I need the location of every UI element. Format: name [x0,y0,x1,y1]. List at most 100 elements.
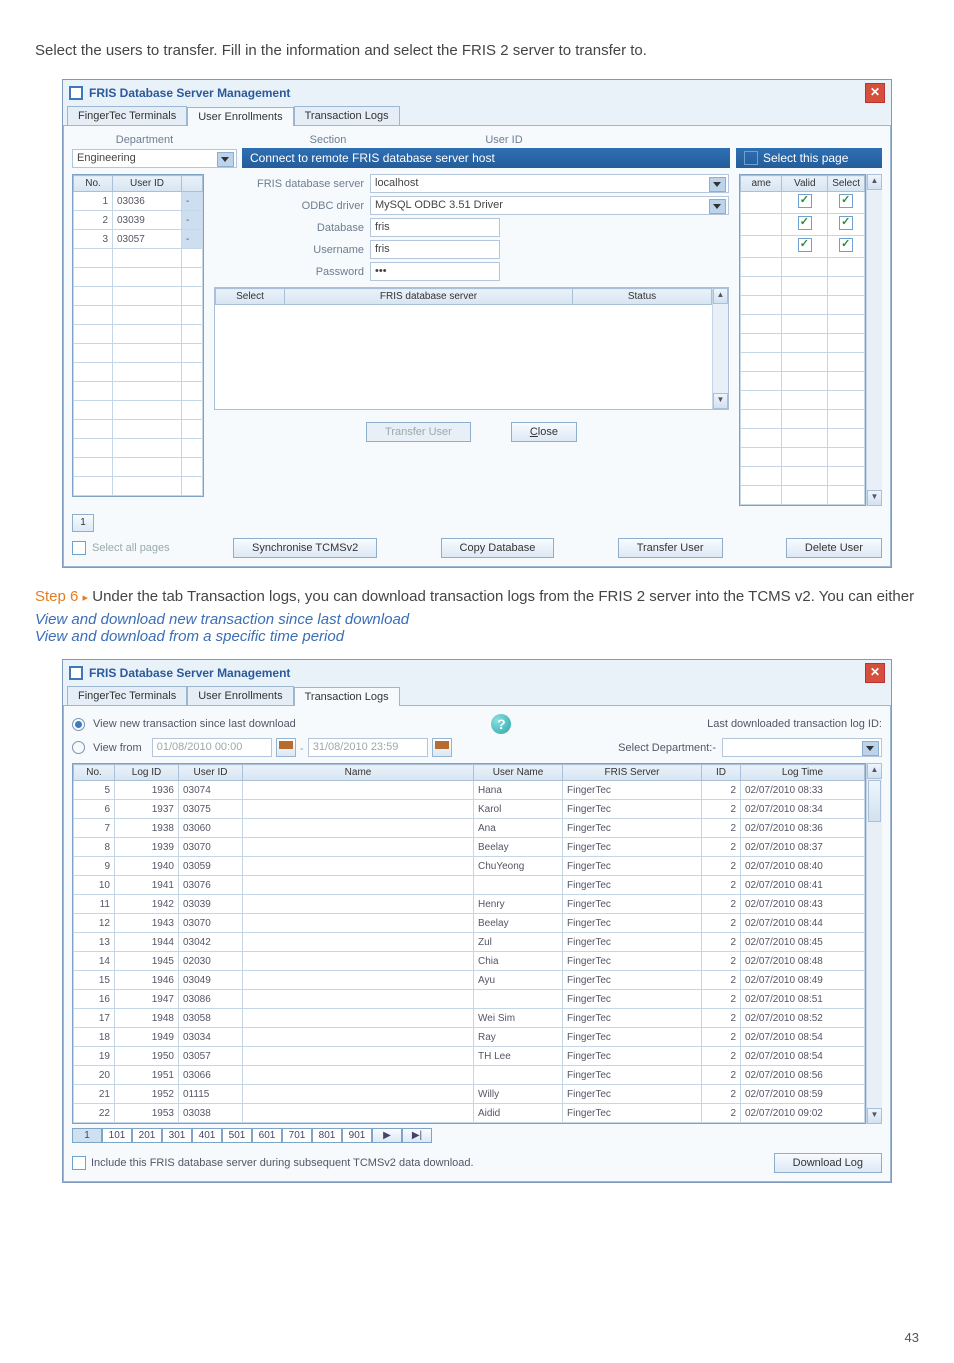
pager-page[interactable]: 401 [192,1128,222,1143]
logs-row[interactable]: 20195103066FingerTec202/07/2010 08:56 [74,1066,865,1085]
input-password[interactable]: ••• [370,262,500,281]
logs-scrollbar[interactable]: ▲ ▼ [866,763,882,1124]
inner-grid-scrollbar[interactable]: ▲ ▼ [712,288,728,409]
logs-row[interactable]: 13194403042ZulFingerTec202/07/2010 08:45 [74,933,865,952]
page-indicator[interactable]: 1 [72,514,94,532]
valid-checkbox[interactable] [798,194,812,208]
tab-fingertec-terminals[interactable]: FingerTec Terminals [67,106,187,125]
pager-page[interactable]: 701 [282,1128,312,1143]
logs-row[interactable]: 18194903034RayFingerTec202/07/2010 08:54 [74,1028,865,1047]
logs-row[interactable]: 7193803060AnaFingerTec202/07/2010 08:36 [74,819,865,838]
pager-page[interactable]: 601 [252,1128,282,1143]
valid-checkbox[interactable] [798,216,812,230]
scroll-down-icon[interactable]: ▼ [867,490,882,506]
copy-database-button[interactable]: Copy Database [441,538,555,558]
logs-cell: 03066 [179,1066,243,1085]
radio-view-new[interactable] [72,718,85,731]
close-button[interactable]: ✕ [865,83,885,103]
pager-page[interactable]: 801 [312,1128,342,1143]
scroll-down-icon[interactable]: ▼ [867,1108,882,1124]
input-database[interactable]: fris [370,218,500,237]
left-grid-row[interactable]: 3 03057 - [74,230,203,249]
download-log-button[interactable]: Download Log [774,1153,882,1173]
logs-row[interactable]: 16194703086FingerTec202/07/2010 08:51 [74,990,865,1009]
logs-cell: FingerTec [563,914,702,933]
pager-page[interactable]: 201 [132,1128,162,1143]
logs-cell: 2 [702,819,741,838]
input-fris-server[interactable]: localhost [370,174,729,193]
select-this-page-box[interactable]: Select this page [736,148,882,168]
left-grid-cell-marker: - [182,230,203,249]
pager-page[interactable]: 1 [72,1128,102,1143]
logs-cell: 03086 [179,990,243,1009]
synchronise-button[interactable]: Synchronise TCMSv2 [233,538,377,558]
pager-page[interactable]: 501 [222,1128,252,1143]
calendar-to-icon[interactable] [432,738,452,757]
select-department-dropdown[interactable] [722,738,882,757]
header-connect-strip: Connect to remote FRIS database server h… [242,148,730,168]
calendar-from-icon[interactable] [276,738,296,757]
logs-row[interactable]: 5193603074HanaFingerTec202/07/2010 08:33 [74,781,865,800]
left-grid-row[interactable]: 1 03036 - [74,192,203,211]
right-grid-row[interactable] [741,192,865,214]
logs-cell [243,1047,474,1066]
scroll-thumb[interactable] [868,780,881,822]
select-checkbox[interactable] [839,194,853,208]
tab-fingertec-terminals[interactable]: FingerTec Terminals [67,686,187,705]
logs-row[interactable]: 11194203039HenryFingerTec202/07/2010 08:… [74,895,865,914]
department-dropdown[interactable]: Engineering [72,149,237,168]
date-from-input[interactable]: 01/08/2010 00:00 [152,738,272,757]
logs-row[interactable]: 14194502030ChiaFingerTec202/07/2010 08:4… [74,952,865,971]
valid-checkbox[interactable] [798,238,812,252]
logs-row[interactable]: 17194803058Wei SimFingerTec202/07/2010 0… [74,1009,865,1028]
help-icon[interactable]: ? [491,714,511,734]
logs-row[interactable]: 22195303038AididFingerTec202/07/2010 09:… [74,1104,865,1123]
input-username[interactable]: fris [370,240,500,259]
logs-cell: 02/07/2010 08:34 [741,800,865,819]
tab-transaction-logs[interactable]: Transaction Logs [294,106,400,125]
transfer-user-button[interactable]: Transfer User [618,538,723,558]
logs-row[interactable]: 15194603049AyuFingerTec202/07/2010 08:49 [74,971,865,990]
select-checkbox[interactable] [839,238,853,252]
input-odbc-driver[interactable]: MySQL ODBC 3.51 Driver [370,196,729,215]
logs-row[interactable]: 10194103076FingerTec202/07/2010 08:41 [74,876,865,895]
pager-last-icon[interactable]: ▶| [402,1128,432,1143]
logs-cell: FingerTec [563,857,702,876]
right-grid-row[interactable] [741,236,865,258]
logs-row[interactable]: 21195201115WillyFingerTec202/07/2010 08:… [74,1085,865,1104]
pager-page[interactable]: 301 [162,1128,192,1143]
scroll-up-icon[interactable]: ▲ [867,174,882,190]
logs-row[interactable]: 12194303070BeelayFingerTec202/07/2010 08… [74,914,865,933]
pager-page[interactable]: 101 [102,1128,132,1143]
scroll-up-icon[interactable]: ▲ [713,288,728,304]
close-button[interactable]: ✕ [865,663,885,683]
right-grid-scrollbar[interactable]: ▲ ▼ [866,174,882,506]
right-grid-row[interactable] [741,214,865,236]
logs-row[interactable]: 19195003057TH LeeFingerTec202/07/2010 08… [74,1047,865,1066]
logs-row[interactable]: 8193903070BeelayFingerTec202/07/2010 08:… [74,838,865,857]
pager-next-icon[interactable]: ▶ [372,1128,402,1143]
logs-cell: 02/07/2010 08:52 [741,1009,865,1028]
radio-view-from[interactable] [72,741,85,754]
close-panel-button[interactable]: CCloselose [511,422,577,442]
delete-user-button[interactable]: Delete User [786,538,882,558]
select-page-checkbox[interactable] [744,151,758,165]
pager-page[interactable]: 901 [342,1128,372,1143]
select-all-pages-checkbox[interactable] [72,541,86,555]
logs-cell: 03070 [179,838,243,857]
tab-user-enrollments[interactable]: User Enrollments [187,107,293,126]
tab-transaction-logs[interactable]: Transaction Logs [294,687,400,706]
date-to-input[interactable]: 31/08/2010 23:59 [308,738,428,757]
left-grid-row[interactable]: 2 03039 - [74,211,203,230]
logs-row[interactable]: 6193703075KarolFingerTec202/07/2010 08:3… [74,800,865,819]
scroll-down-icon[interactable]: ▼ [713,393,728,409]
logs-header-username: User Name [474,765,563,781]
logs-cell: 02/07/2010 08:54 [741,1028,865,1047]
logs-row[interactable]: 9194003059ChuYeongFingerTec202/07/2010 0… [74,857,865,876]
logs-cell: 2 [702,933,741,952]
scroll-up-icon[interactable]: ▲ [867,763,882,779]
include-checkbox[interactable] [72,1156,86,1170]
select-checkbox[interactable] [839,216,853,230]
tab-user-enrollments[interactable]: User Enrollments [187,686,293,705]
left-grid-cell-no: 1 [74,192,113,211]
